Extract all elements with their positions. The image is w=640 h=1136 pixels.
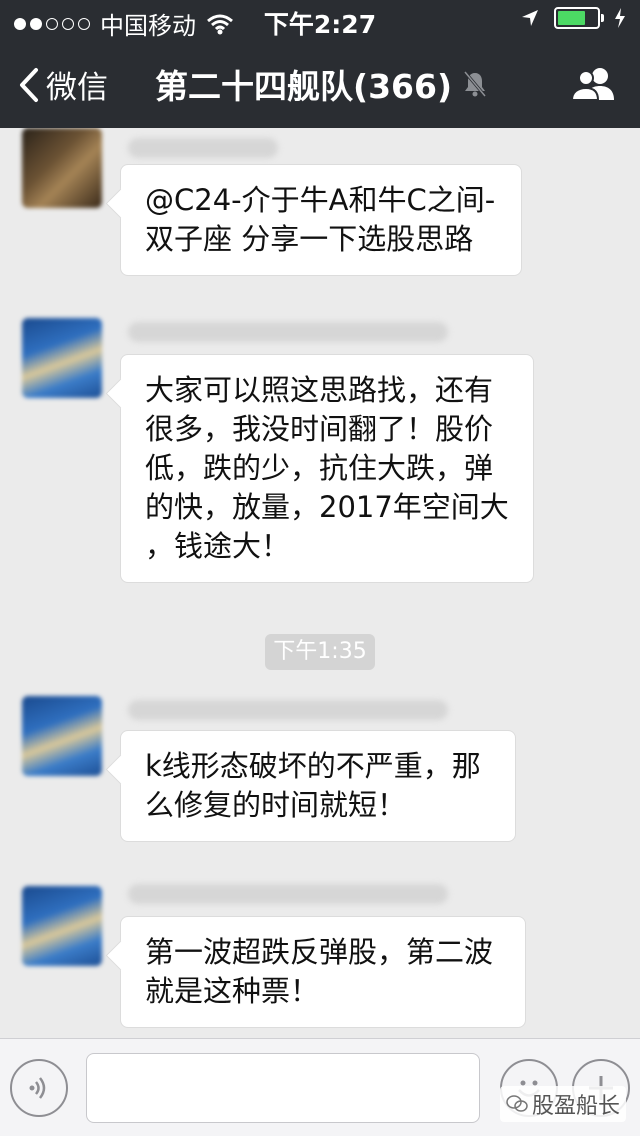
message-line: ，钱途大！ <box>145 529 291 563</box>
message-line: 就是这种票！ <box>145 974 320 1008</box>
sender-nickname-blurred <box>128 322 448 342</box>
sender-nickname-blurred <box>128 138 278 158</box>
sender-nickname-blurred <box>128 700 448 720</box>
chat-message-list[interactable]: @C24-介于牛A和牛C之间- 双子座 分享一下选股思路 大家可以照这思路找，还… <box>0 128 640 1038</box>
sender-avatar[interactable] <box>22 318 102 398</box>
sender-avatar[interactable] <box>22 696 102 776</box>
message-bubble[interactable]: k线形态破坏的不严重，那 么修复的时间就短！ <box>120 730 516 842</box>
watermark: 股盈船长 <box>499 1086 626 1122</box>
battery-level-fill <box>558 11 585 25</box>
voice-input-button[interactable] <box>10 1059 68 1117</box>
sender-avatar[interactable] <box>22 886 102 966</box>
location-arrow-icon <box>522 10 538 26</box>
message-line: 的快，放量，2017年空间大 <box>145 490 509 524</box>
message-line: 低，跌的少，抗住大跌，弹 <box>145 451 494 485</box>
sender-avatar[interactable] <box>22 128 102 208</box>
back-button[interactable]: 微信 <box>18 62 108 107</box>
status-right <box>520 7 626 29</box>
watermark-text: 股盈船长 <box>531 1094 620 1119</box>
chat-timestamp: 下午1:35 <box>265 634 375 670</box>
wechat-logo-icon <box>506 1095 528 1112</box>
charging-bolt-icon <box>615 8 625 28</box>
chevron-left-icon <box>20 67 38 102</box>
message-line: 么修复的时间就短！ <box>145 788 407 822</box>
message-text-field[interactable] <box>86 1053 480 1123</box>
group-name: 第二十四舰队(366) <box>155 67 453 106</box>
group-title: 第二十四舰队(366) <box>155 60 488 108</box>
message-line: @C24-介于牛A和牛C之间- <box>145 183 496 217</box>
message-line: 大家可以照这思路找，还有 <box>145 373 494 407</box>
status-bar: 中国移动 下午2:27 <box>0 0 640 40</box>
message-line: k线形态破坏的不严重，那 <box>145 749 481 783</box>
message-line: 双子座 分享一下选股思路 <box>145 222 474 256</box>
group-members-icon[interactable] <box>570 66 616 102</box>
mute-bell-icon <box>463 71 487 97</box>
back-label: 微信 <box>46 70 108 106</box>
chat-header: 微信 第二十四舰队(366) <box>0 40 640 128</box>
voice-icon <box>29 1077 46 1099</box>
message-line: 第一波超跌反弹股，第二波 <box>145 935 494 969</box>
battery-icon <box>554 7 604 29</box>
message-line: 很多，我没时间翻了！股价 <box>145 412 494 446</box>
message-bubble[interactable]: @C24-介于牛A和牛C之间- 双子座 分享一下选股思路 <box>120 164 522 276</box>
message-input-bar: 股盈船长 <box>0 1038 640 1136</box>
message-bubble[interactable]: 第一波超跌反弹股，第二波 就是这种票！ <box>120 916 526 1028</box>
sender-nickname-blurred <box>128 884 448 904</box>
message-bubble[interactable]: 大家可以照这思路找，还有 很多，我没时间翻了！股价 低，跌的少，抗住大跌，弹 的… <box>120 354 534 583</box>
